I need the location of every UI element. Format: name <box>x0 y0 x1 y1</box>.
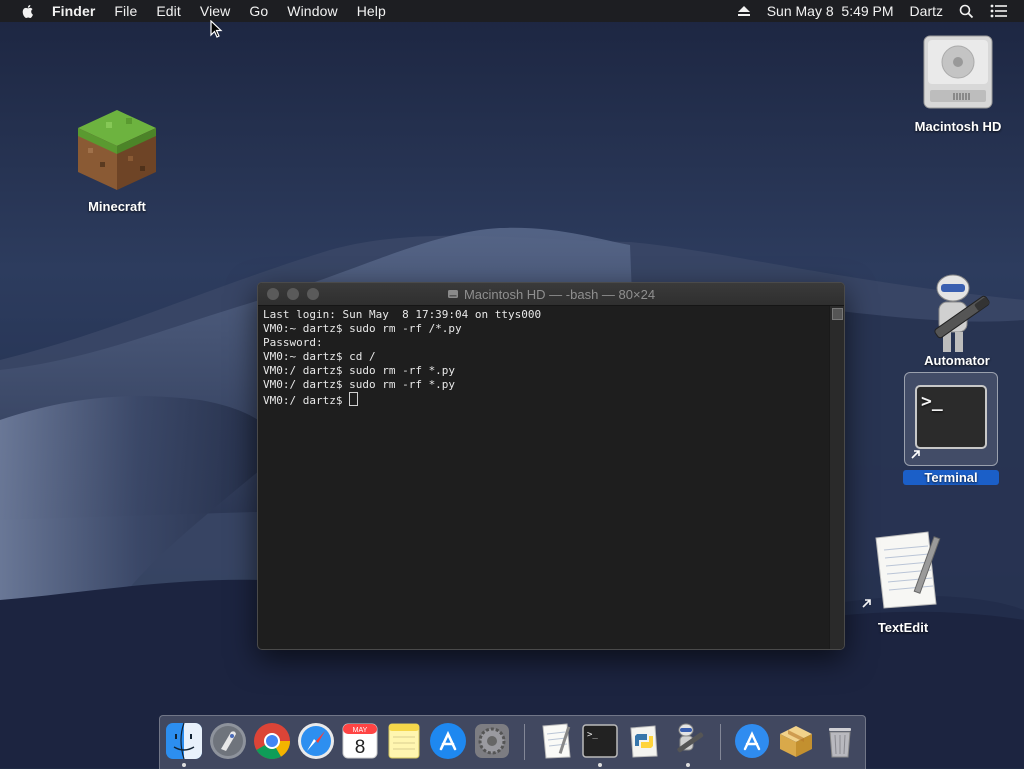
svg-text:>_: >_ <box>587 730 598 740</box>
notes-icon[interactable] <box>385 722 423 760</box>
menu-bar: Finder File Edit View Go Window Help Sun… <box>0 0 1024 22</box>
terminal-window[interactable]: Macintosh HD — -bash — 80×24 Last login:… <box>257 282 845 650</box>
chrome-icon[interactable] <box>253 722 291 760</box>
hard-drive-icon <box>923 35 993 109</box>
menu-edit[interactable]: Edit <box>156 3 181 19</box>
desktop-icon-automator[interactable]: Automator <box>912 272 1002 368</box>
minecraft-grass-block-icon <box>78 110 156 190</box>
disk-proxy-icon <box>447 290 458 298</box>
menu-window[interactable]: Window <box>287 3 337 19</box>
mouse-pointer-icon <box>210 20 223 38</box>
menu-view[interactable]: View <box>200 3 231 19</box>
safari-icon[interactable] <box>297 722 335 760</box>
eject-icon[interactable] <box>737 5 751 17</box>
launchpad-icon[interactable] <box>209 722 247 760</box>
automator-icon[interactable] <box>669 722 707 760</box>
apple-menu-icon[interactable] <box>20 3 36 19</box>
calendar-icon[interactable]: MAY 8 <box>341 722 379 760</box>
menu-help[interactable]: Help <box>357 3 386 19</box>
alias-arrow-icon <box>911 450 920 459</box>
desktop-icon-terminal[interactable]: >_ Terminal <box>903 372 999 485</box>
system-preferences-icon[interactable] <box>473 722 511 760</box>
terminal-line: VM0:/ dartz$ sudo rm -rf *.py] <box>263 378 834 391</box>
text-cursor <box>349 392 359 406</box>
desktop-icon-minecraft[interactable]: Minecraft <box>72 108 162 214</box>
automator-robot-icon <box>934 274 990 352</box>
calendar-month: MAY <box>353 727 368 734</box>
desktop-icon-label: Minecraft <box>88 199 146 214</box>
menubar-clock[interactable]: Sun May 8 5:49 PM <box>767 3 894 19</box>
desktop-icon-label: TextEdit <box>877 620 929 635</box>
menu-go[interactable]: Go <box>249 3 268 19</box>
svg-text:>_: >_ <box>921 391 943 412</box>
terminal-line: VM0:/ dartz$ sudo rm -rf *.py] <box>263 364 834 377</box>
dock: MAY 8 >_ <box>159 715 866 769</box>
terminal-line: VM0:~ dartz$ cd /] <box>263 350 834 363</box>
finder-icon[interactable] <box>165 722 203 760</box>
terminal-line: Password:] <box>263 336 834 349</box>
running-indicator <box>686 763 690 767</box>
textedit-document-icon <box>875 531 941 609</box>
terminal-output[interactable]: Last login: Sun May 8 17:39:04 on ttys00… <box>258 306 834 649</box>
desktop-icon-label: Automator <box>924 353 990 368</box>
trash-icon[interactable] <box>821 722 859 760</box>
window-title: Macintosh HD — -bash — 80×24 <box>463 286 656 302</box>
notification-center-icon[interactable] <box>990 4 1008 18</box>
window-titlebar[interactable]: Macintosh HD — -bash — 80×24 <box>258 283 844 306</box>
textedit-icon[interactable] <box>537 722 575 760</box>
desktop-icon-textedit[interactable]: TextEdit <box>858 530 948 635</box>
calendar-day: 8 <box>355 737 366 758</box>
terminal-line: Last login: Sun May 8 17:39:04 on ttys00… <box>263 308 542 321</box>
zoom-button[interactable] <box>307 288 319 300</box>
minimize-button[interactable] <box>287 288 299 300</box>
menubar-user[interactable]: Dartz <box>910 3 943 19</box>
terminal-icon[interactable]: >_ <box>581 722 619 760</box>
close-button[interactable] <box>267 288 279 300</box>
python-launcher-icon[interactable] <box>625 722 663 760</box>
terminal-icon-selection: >_ <box>904 372 998 466</box>
desktop-icon-macintosh-hd[interactable]: Macintosh HD <box>908 32 1008 134</box>
spotlight-search-icon[interactable] <box>959 4 974 19</box>
terminal-prompt-line: VM0:/ dartz$ <box>263 392 824 408</box>
applications-folder-icon[interactable] <box>733 722 771 760</box>
terminal-app-icon: >_ <box>915 385 987 449</box>
running-indicator <box>182 763 186 767</box>
dock-separator <box>720 724 721 760</box>
desktop-icon-label: Terminal <box>903 470 999 485</box>
menu-finder[interactable]: Finder <box>52 3 95 19</box>
running-indicator <box>598 763 602 767</box>
scrollbar-thumb[interactable] <box>832 308 843 320</box>
dock-separator <box>524 724 525 760</box>
app-store-icon[interactable] <box>429 722 467 760</box>
terminal-line: VM0:~ dartz$ sudo rm -rf /*.py] <box>263 322 834 335</box>
vertical-scrollbar[interactable] <box>829 306 844 649</box>
menu-file[interactable]: File <box>114 3 137 19</box>
alias-arrow-icon <box>862 599 871 608</box>
desktop-icon-label: Macintosh HD <box>914 119 1002 134</box>
installer-package-icon[interactable] <box>777 722 815 760</box>
